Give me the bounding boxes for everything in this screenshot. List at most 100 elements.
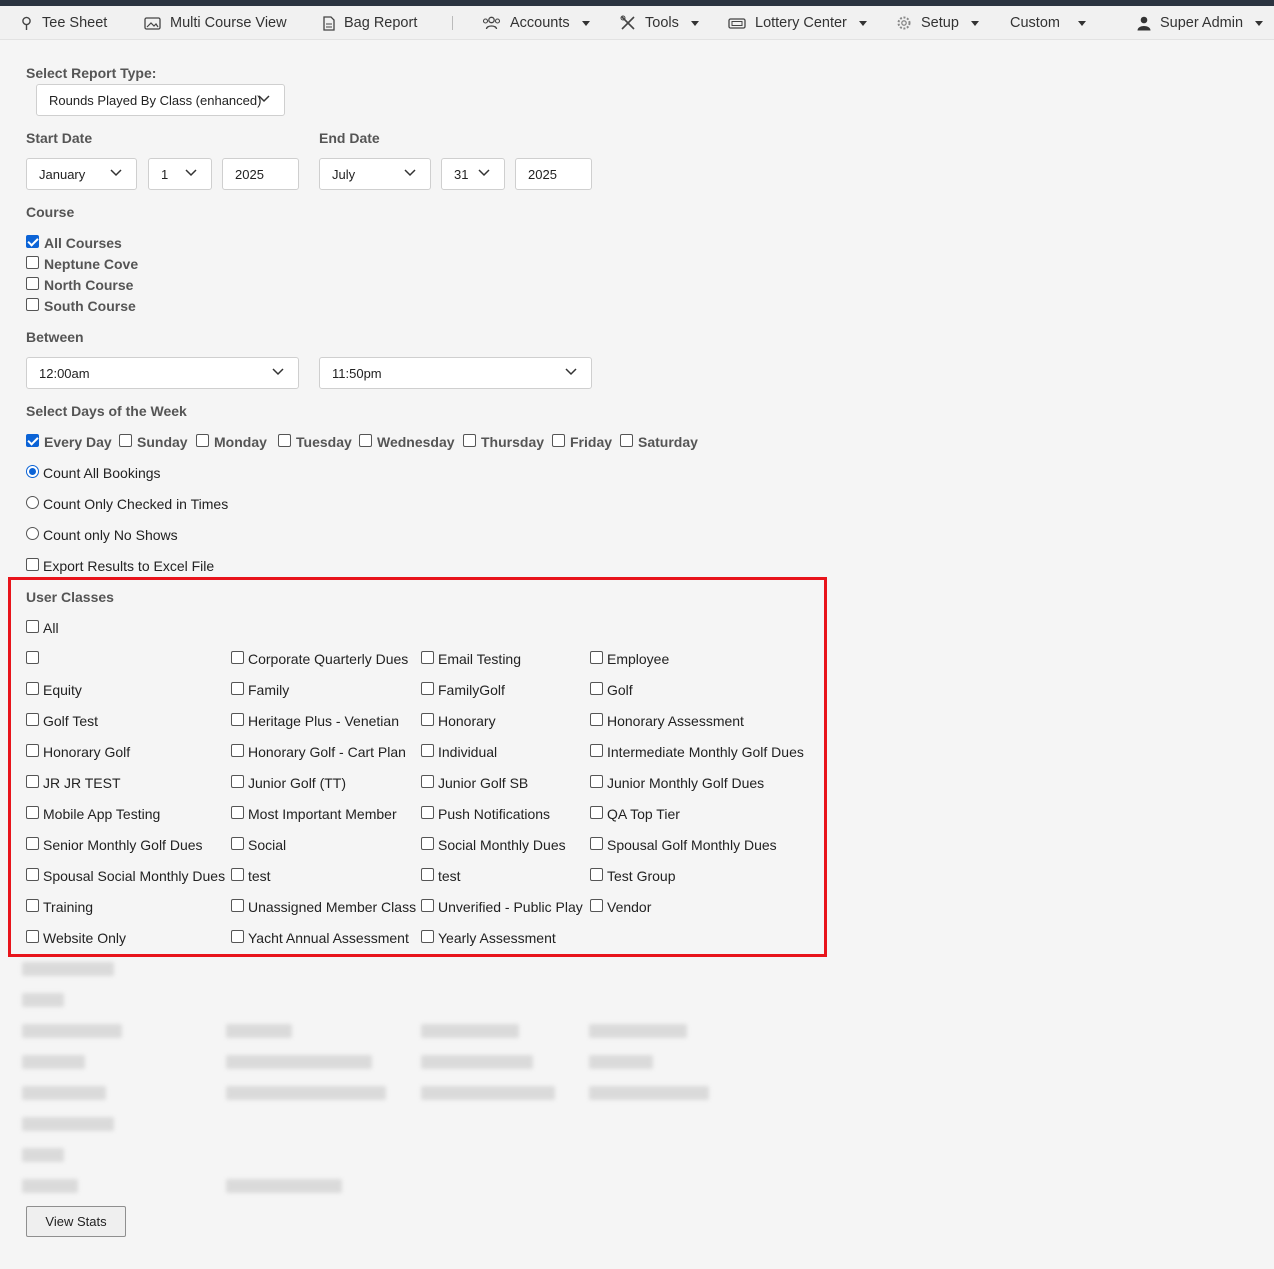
start-date-label: Start Date: [26, 130, 93, 146]
nav-multi-course-label: Multi Course View: [170, 15, 287, 31]
user-class-checkbox[interactable]: [590, 868, 603, 881]
redacted-text: [421, 1024, 519, 1038]
user-class-checkbox[interactable]: [421, 713, 434, 726]
user-class-checkbox[interactable]: [590, 713, 603, 726]
user-class-checkbox[interactable]: [421, 744, 434, 757]
user-class-all-label: All: [43, 620, 59, 636]
user-class-checkbox[interactable]: [231, 868, 244, 881]
user-class-checkbox[interactable]: [26, 682, 39, 695]
time-to-select[interactable]: 11:50pm: [319, 357, 592, 389]
count-all-radio[interactable]: [26, 465, 39, 478]
user-class-checkbox[interactable]: [231, 682, 244, 695]
user-class-checkbox[interactable]: [590, 682, 603, 695]
end-month-select[interactable]: July: [319, 158, 431, 190]
nav-lottery-label: Lottery Center: [755, 15, 847, 31]
user-class-checkbox[interactable]: [590, 651, 603, 664]
day-wednesday-checkbox[interactable]: [359, 434, 372, 447]
user-class-checkbox[interactable]: [421, 651, 434, 664]
day-saturday-checkbox[interactable]: [620, 434, 633, 447]
nav-tee-sheet[interactable]: Tee Sheet: [20, 6, 107, 40]
nav-multi-course-view[interactable]: Multi Course View: [144, 6, 287, 40]
time-from-select[interactable]: 12:00am: [26, 357, 299, 389]
user-class-label: Training: [43, 899, 94, 915]
user-class-checkbox[interactable]: [231, 837, 244, 850]
user-class-checkbox[interactable]: [421, 806, 434, 819]
report-type-select[interactable]: Rounds Played By Class (enhanced): [36, 84, 285, 116]
user-class-checkbox[interactable]: [231, 806, 244, 819]
user-class-checkbox[interactable]: [231, 744, 244, 757]
user-class-checkbox[interactable]: [590, 744, 603, 757]
user-class-checkbox[interactable]: [231, 775, 244, 788]
count-checked-in-radio[interactable]: [26, 496, 39, 509]
user-class-checkbox[interactable]: [590, 775, 603, 788]
nav-user-label: Super Admin: [1160, 15, 1244, 31]
count-no-shows-radio[interactable]: [26, 527, 39, 540]
chevron-down-icon: [1077, 20, 1086, 26]
nav-tee-sheet-label: Tee Sheet: [42, 15, 108, 31]
user-class-all-checkbox[interactable]: [26, 620, 39, 633]
user-icon: [1137, 16, 1151, 30]
user-class-checkbox[interactable]: [231, 899, 244, 912]
user-class-checkbox[interactable]: [231, 651, 244, 664]
time-to-value: 11:50pm: [332, 365, 382, 381]
export-excel-checkbox[interactable]: [26, 558, 39, 571]
start-year-input[interactable]: 2025: [222, 158, 299, 190]
user-class-checkbox[interactable]: [421, 682, 434, 695]
user-class-checkbox[interactable]: [421, 868, 434, 881]
day-monday-checkbox[interactable]: [196, 434, 209, 447]
nav-setup-label: Setup: [921, 15, 959, 31]
nav-accounts-label: Accounts: [510, 15, 570, 31]
start-month-select[interactable]: January: [26, 158, 137, 190]
user-class-label: Website Only: [43, 930, 126, 946]
end-year-input[interactable]: 2025: [515, 158, 592, 190]
day-every-day-checkbox[interactable]: [26, 434, 39, 447]
user-class-checkbox[interactable]: [421, 837, 434, 850]
course-neptune-checkbox[interactable]: [26, 256, 39, 269]
course-all-checkbox[interactable]: [26, 235, 39, 248]
day-option-label: Thursday: [481, 434, 545, 450]
user-class-checkbox[interactable]: [26, 868, 39, 881]
user-class-checkbox[interactable]: [590, 806, 603, 819]
day-friday-checkbox[interactable]: [552, 434, 565, 447]
user-class-checkbox[interactable]: [421, 930, 434, 943]
redacted-text: [226, 1055, 372, 1069]
day-option-label: Tuesday: [296, 434, 352, 450]
redacted-text: [22, 1086, 106, 1100]
nav-setup[interactable]: Setup: [896, 6, 979, 40]
user-class-checkbox[interactable]: [26, 806, 39, 819]
day-thursday-checkbox[interactable]: [463, 434, 476, 447]
course-south-checkbox[interactable]: [26, 298, 39, 311]
user-class-checkbox[interactable]: [590, 837, 603, 850]
course-north-checkbox[interactable]: [26, 277, 39, 290]
start-year-value: 2025: [235, 166, 264, 182]
redacted-text: [226, 1179, 342, 1193]
view-stats-button[interactable]: View Stats: [26, 1206, 126, 1237]
nav-bag-report[interactable]: Bag Report: [323, 6, 417, 40]
user-class-checkbox[interactable]: [231, 713, 244, 726]
start-day-select[interactable]: 1: [148, 158, 212, 190]
nav-tools[interactable]: Tools: [620, 6, 699, 40]
user-class-checkbox[interactable]: [26, 930, 39, 943]
day-tuesday-checkbox[interactable]: [278, 434, 291, 447]
user-class-checkbox[interactable]: [26, 837, 39, 850]
user-class-checkbox[interactable]: [26, 744, 39, 757]
user-class-checkbox[interactable]: [590, 899, 603, 912]
nav-custom[interactable]: Custom: [1010, 6, 1086, 40]
user-class-checkbox[interactable]: [421, 899, 434, 912]
chevron-down-icon: [258, 95, 270, 103]
nav-accounts[interactable]: Accounts: [482, 6, 590, 40]
user-class-checkbox[interactable]: [421, 775, 434, 788]
nav-lottery-center[interactable]: Lottery Center: [728, 6, 867, 40]
course-option-label: South Course: [44, 298, 136, 314]
user-class-checkbox[interactable]: [231, 930, 244, 943]
user-class-checkbox[interactable]: [26, 713, 39, 726]
user-class-checkbox[interactable]: [26, 899, 39, 912]
user-class-checkbox[interactable]: [26, 775, 39, 788]
nav-user-menu[interactable]: Super Admin: [1137, 6, 1264, 40]
course-option-label: All Courses: [44, 235, 122, 251]
day-sunday-checkbox[interactable]: [119, 434, 132, 447]
user-class-checkbox[interactable]: [26, 651, 39, 664]
chevron-down-icon: [185, 169, 197, 177]
user-class-label: QA Top Tier: [607, 806, 680, 822]
end-day-select[interactable]: 31: [441, 158, 505, 190]
